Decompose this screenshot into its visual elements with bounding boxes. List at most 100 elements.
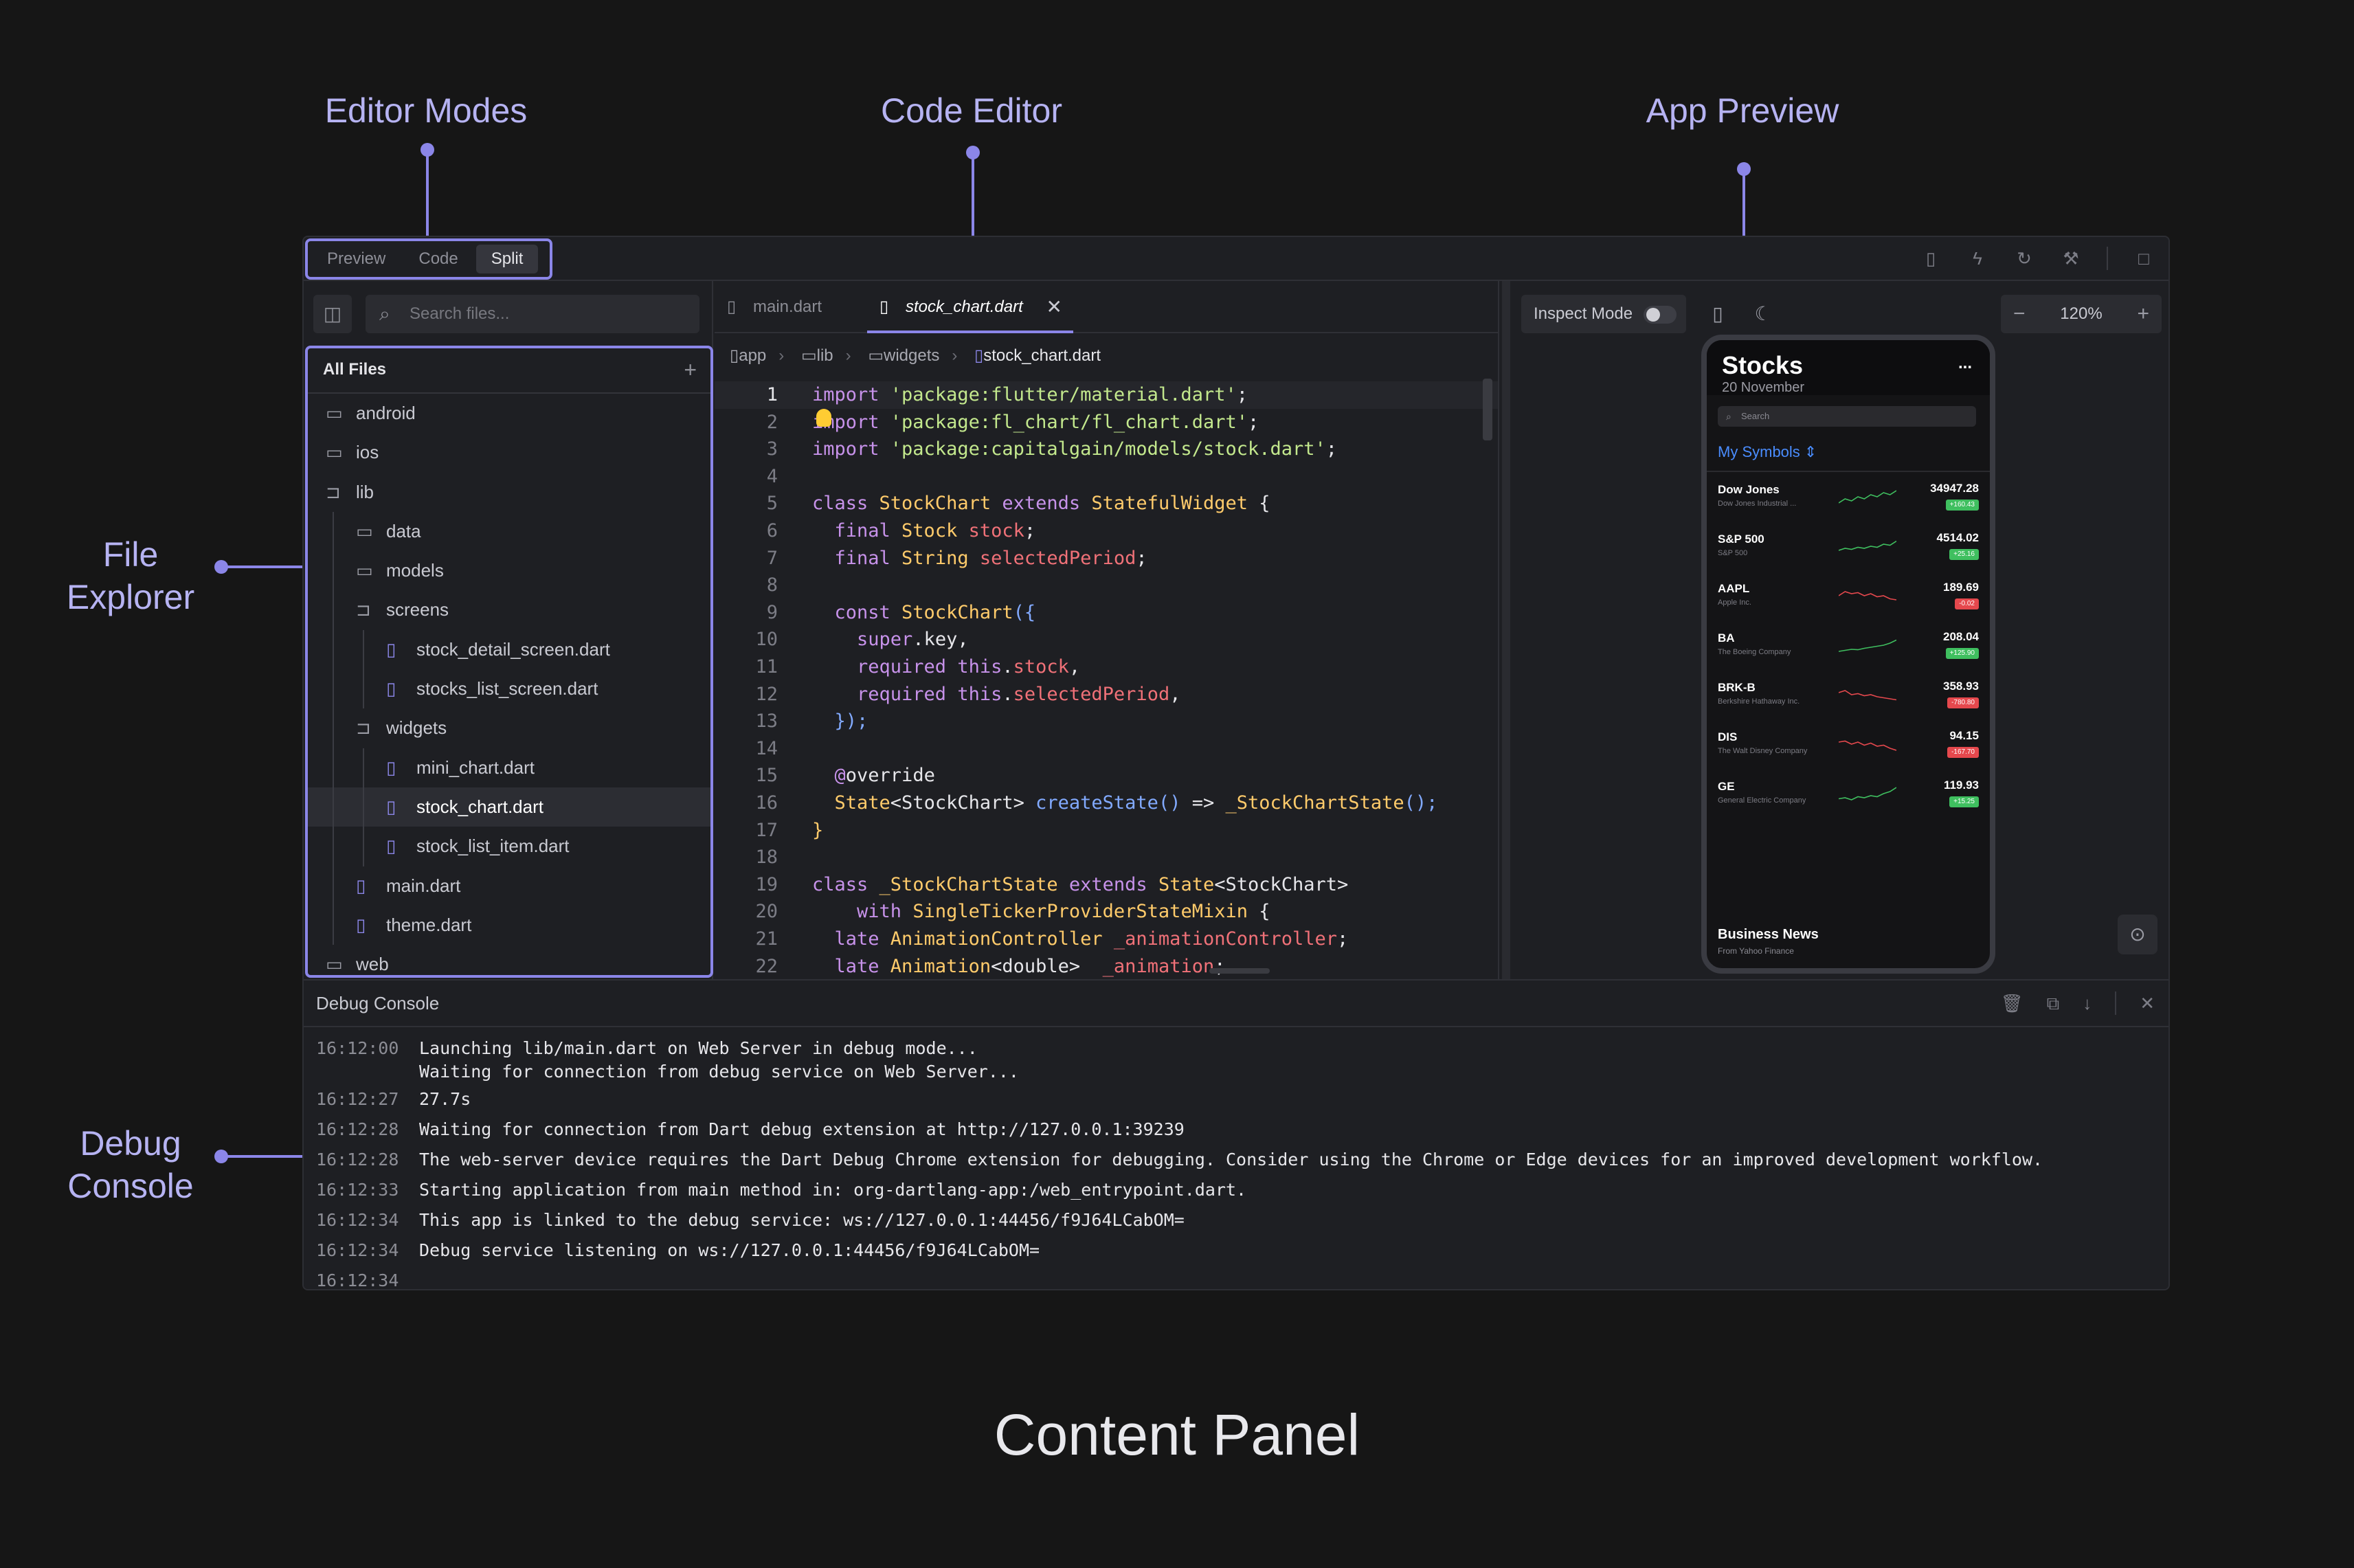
code-line: 17}	[715, 817, 1498, 844]
wrench-icon[interactable]: ⚒	[2060, 247, 2082, 269]
stock-change-badge: +25.16	[1949, 549, 1979, 560]
code-line: 6 final Stock stock;	[715, 517, 1498, 545]
screenshot-camera-icon[interactable]: ⊙	[2118, 915, 2157, 954]
file-item[interactable]: ▯ theme.dart	[308, 906, 710, 945]
all-files-header: All Files +	[308, 348, 710, 394]
zoom-in-button[interactable]: +	[2137, 295, 2149, 333]
stock-symbol: Dow Jones	[1718, 483, 1780, 496]
breadcrumb-item[interactable]: app	[739, 335, 766, 377]
folder-icon: ▭	[868, 346, 884, 365]
close-icon[interactable]: ✕	[2140, 981, 2155, 1026]
file-icon: ▯	[386, 796, 396, 817]
tree-item-label: stock_detail_screen.dart	[416, 638, 610, 660]
tree-item-label: web	[356, 954, 389, 975]
mode-preview-button[interactable]: Preview	[312, 245, 401, 273]
breadcrumb-item-current[interactable]: stock_chart.dart	[983, 335, 1101, 377]
mini-chart	[1839, 787, 1896, 800]
add-file-icon[interactable]: +	[684, 348, 697, 391]
indent-guide	[363, 629, 364, 709]
folder-item[interactable]: ⊐ screens	[308, 590, 710, 629]
line-number: 17	[755, 819, 778, 841]
close-tab-icon[interactable]: ✕	[1046, 281, 1062, 333]
stock-row[interactable]: DIS The Walt Disney Company 94.15 -167.70	[1707, 722, 1990, 772]
refresh-icon[interactable]: ↻	[2013, 247, 2035, 269]
phone-search-input[interactable]: ⌕ Search	[1718, 406, 1976, 427]
inspect-mode-toggle[interactable]	[1644, 306, 1677, 324]
folder-item[interactable]: ▭ ios	[308, 433, 710, 472]
log-text: Waiting for connection from Dart debug e…	[419, 1119, 1185, 1139]
folder-item[interactable]: ⊐ lib	[308, 473, 710, 512]
folder-item[interactable]: ⊐ widgets	[308, 708, 710, 748]
chevron-right-icon: ›	[952, 346, 958, 365]
trend-line	[1839, 787, 1896, 800]
breadcrumb-item[interactable]: widgets	[884, 335, 939, 377]
code-token: selectedPeriod	[979, 547, 1136, 569]
folder-icon: ▭	[326, 403, 343, 423]
log-timestamp: 16:12:27	[316, 1089, 399, 1109]
stock-row[interactable]: GE General Electric Company 119.93 +15.25	[1707, 772, 1990, 821]
folder-item[interactable]: ▭ data	[308, 512, 710, 551]
panel-resize-handle[interactable]	[1502, 281, 1510, 979]
vertical-scrollbar[interactable]	[1483, 379, 1492, 440]
tree-item-label: stock_list_item.dart	[416, 836, 570, 857]
file-item[interactable]: ▯ stocks_list_screen.dart	[308, 669, 710, 708]
dark-mode-moon-icon[interactable]: ☾	[1744, 295, 1782, 333]
folder-icon: ▭	[326, 954, 343, 975]
line-number: 7	[766, 547, 778, 569]
line-number: 2	[766, 411, 778, 433]
copy-icon[interactable]: ⧉	[2047, 981, 2060, 1026]
stock-name: Berkshire Hathaway Inc.	[1718, 697, 1800, 706]
mode-split-button[interactable]: Split	[475, 245, 539, 273]
breadcrumb-item[interactable]: lib	[817, 335, 833, 377]
code-token: ,	[1169, 683, 1181, 705]
stock-row[interactable]: Dow Jones Dow Jones Industrial ... 34947.2…	[1707, 475, 1990, 524]
stock-row[interactable]: BRK-B Berkshire Hathaway Inc. 358.93 -780.8…	[1707, 673, 1990, 722]
device-phone-icon[interactable]: ▯	[1699, 295, 1737, 333]
tab-stock-chart-dart[interactable]: ▯ stock_chart.dart ✕	[867, 281, 1073, 333]
line-number: 14	[755, 737, 778, 759]
download-icon[interactable]: ↓	[2083, 981, 2092, 1026]
folder-item[interactable]: ▭ models	[308, 551, 710, 590]
tab-label: main.dart	[753, 298, 822, 316]
mode-code-button[interactable]: Code	[403, 245, 473, 273]
callout-file-explorer-line2: Explorer	[66, 578, 195, 616]
file-item[interactable]: ▯ stock_chart.dart	[308, 787, 710, 827]
code-token: import	[812, 438, 890, 460]
code-text: final String selectedPeriod;	[812, 545, 1147, 572]
search-files-input[interactable]: ⌕ Search files...	[366, 295, 699, 333]
file-item[interactable]: ▯ mini_chart.dart	[308, 748, 710, 787]
phone-title: Stocks	[1722, 351, 1804, 379]
folder-item[interactable]: ▭ web	[308, 945, 710, 975]
search-icon: ⌕	[1726, 411, 1731, 422]
folder-icon: ▭	[326, 442, 343, 463]
callout-line	[426, 150, 429, 238]
lightbulb-icon[interactable]	[816, 409, 831, 427]
stock-row[interactable]: AAPL Apple Inc. 189.69 -0.02	[1707, 574, 1990, 623]
code-token: super	[812, 629, 913, 651]
mini-chart	[1839, 490, 1896, 504]
tab-main-dart[interactable]: ▯ main.dart	[715, 281, 864, 333]
horizontal-scrollbar[interactable]	[1209, 968, 1270, 974]
code-area[interactable]: 22 late Animation<double> _animation; 21 …	[715, 379, 1498, 979]
stock-row[interactable]: BA The Boeing Company 208.04 +125.90	[1707, 623, 1990, 673]
layout-icon[interactable]: ▯	[1920, 247, 1942, 269]
trash-icon[interactable]: 🗑︎	[2001, 981, 2024, 1026]
maximize-icon[interactable]: □	[2133, 247, 2155, 269]
mini-chart	[1839, 639, 1896, 652]
file-item[interactable]: ▯ stock_list_item.dart	[308, 827, 710, 866]
mini-chart	[1839, 591, 1896, 601]
inspect-mode-control[interactable]: Inspect Mode	[1521, 295, 1686, 333]
mini-chart	[1839, 740, 1896, 751]
zoom-out-button[interactable]: −	[2013, 295, 2026, 333]
file-item[interactable]: ▯ main.dart	[308, 866, 710, 906]
code-text: }	[812, 817, 823, 844]
folder-item[interactable]: ▭ android	[308, 394, 710, 433]
flash-icon[interactable]: ϟ	[1966, 247, 1988, 269]
log-timestamp: 16:12:28	[316, 1119, 399, 1139]
file-item[interactable]: ▯ stock_detail_screen.dart	[308, 630, 710, 669]
sidebar-toggle-icon[interactable]: ◫	[313, 295, 352, 333]
my-symbols-dropdown[interactable]: My Symbols ⇕	[1718, 443, 1817, 461]
stock-row[interactable]: S&P 500 S&P 500 4514.02 +25.16	[1707, 524, 1990, 574]
code-line: 1 import 'package:flutter/material.dart';	[715, 381, 1498, 409]
more-icon[interactable]: ...	[1958, 354, 1972, 373]
